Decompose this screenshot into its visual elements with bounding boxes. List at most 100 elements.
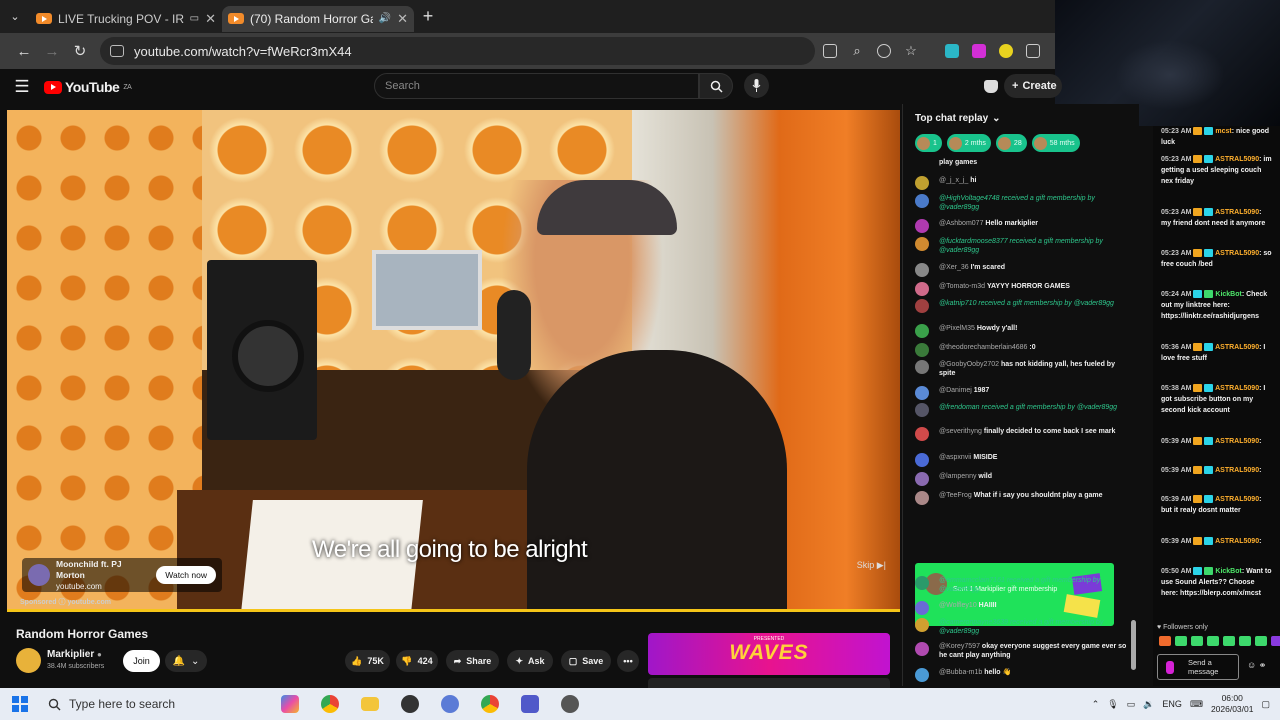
avatar[interactable] xyxy=(915,491,929,505)
taskbar-search-input[interactable]: Type here to search xyxy=(40,688,270,720)
browser-tab-active[interactable]: (70) Random Horror Games 🔊 ✕ xyxy=(222,5,414,32)
avatar[interactable] xyxy=(915,219,929,233)
chat-message[interactable]: play games xyxy=(915,158,1127,167)
mic-icon[interactable]: 🎙 xyxy=(1107,699,1118,710)
chat-message[interactable]: @aspxnvii MISIDE xyxy=(915,453,1127,467)
avatar[interactable] xyxy=(915,324,929,338)
chat-author[interactable]: @lampenny xyxy=(939,473,976,480)
zoom-icon[interactable]: ⌕ xyxy=(850,43,864,59)
tab-search-chevron-icon[interactable]: ⌄ xyxy=(0,0,30,33)
video-player[interactable]: We're all going to be alright Moonchild … xyxy=(7,110,900,612)
extensions-puzzle-icon[interactable] xyxy=(1026,44,1040,58)
chat-mode-dropdown[interactable]: Top chat replay ⌄ xyxy=(903,104,1139,132)
save-button[interactable]: ▢ Save xyxy=(561,650,611,672)
chat-author[interactable]: @fucktardmoose8377 xyxy=(939,238,1008,245)
chat-message[interactable]: @TeeFrog What if i say you shouldnt play… xyxy=(915,491,1127,505)
avatar[interactable] xyxy=(915,386,929,400)
site-info-icon[interactable] xyxy=(110,45,124,57)
kick-username[interactable]: mcst xyxy=(1215,128,1231,135)
avatar[interactable] xyxy=(915,472,929,486)
chat-message[interactable]: @severithyng finally decided to come bac… xyxy=(915,427,1127,441)
emote-icon[interactable] xyxy=(1239,636,1251,646)
avatar[interactable] xyxy=(915,176,929,190)
channel-name[interactable]: Markiplier ● xyxy=(47,649,102,660)
emote-icon[interactable] xyxy=(1191,636,1203,646)
menu-hamburger-icon[interactable]: ☰ xyxy=(0,77,44,97)
avatar[interactable] xyxy=(915,282,929,296)
kick-username[interactable]: ASTRAL5090 xyxy=(1215,156,1259,163)
bookmark-star-icon[interactable]: ☆ xyxy=(904,43,918,59)
close-tab-icon[interactable]: ✕ xyxy=(205,11,216,27)
more-actions-button[interactable]: ••• xyxy=(617,650,639,672)
kick-username[interactable]: ASTRAL5090 xyxy=(1215,496,1259,503)
like-button[interactable]: 👍 75K xyxy=(345,650,390,672)
file-explorer-icon[interactable] xyxy=(350,688,390,720)
chat-message[interactable]: @PixelM35 Howdy y'all! xyxy=(915,324,1127,338)
chat-message[interactable]: @Korey7597 okay everyone suggest every g… xyxy=(915,642,1127,660)
avatar[interactable] xyxy=(915,576,929,590)
extension-twitch-icon[interactable] xyxy=(972,44,986,58)
kick-username[interactable]: ASTRAL5090 xyxy=(1215,467,1259,474)
chat-gift-message[interactable]: @katnip710 received a gift membership by… xyxy=(915,299,1127,313)
kick-username[interactable]: ASTRAL5090 xyxy=(1215,438,1259,445)
reload-icon[interactable]: ↻ xyxy=(66,42,94,60)
avatar[interactable] xyxy=(915,237,929,251)
kick-username[interactable]: ASTRAL5090 xyxy=(1215,209,1259,216)
chat-author[interactable]: @Tomato-m3d xyxy=(939,283,985,290)
extension-7tv-icon[interactable] xyxy=(945,44,959,58)
kick-username[interactable]: ASTRAL5090 xyxy=(1215,385,1259,392)
chat-ticker-chip[interactable]: 28 xyxy=(995,134,1027,152)
voice-search-button[interactable] xyxy=(744,73,769,98)
chat-author[interactable]: @_j_x_j_ xyxy=(939,177,968,184)
chat-gift-message[interactable]: @emmamcclain7161 received a gift members… xyxy=(915,576,1127,594)
dislike-button[interactable]: 👎 424 xyxy=(396,650,438,672)
tracking-eye-icon[interactable] xyxy=(877,44,891,58)
kick-username[interactable]: ASTRAL5090 xyxy=(1215,250,1259,257)
scrollbar-thumb[interactable] xyxy=(1131,620,1136,670)
skip-ad-button[interactable]: Skip ▶| xyxy=(857,560,886,571)
chat-gift-message[interactable]: @cameronpayne3639 received a gift member… xyxy=(915,618,1127,636)
chat-message[interactable]: @theodorechamberlain4686 :0 xyxy=(915,343,1127,357)
chat-message[interactable]: @Xer_36 I'm scared xyxy=(915,263,1127,277)
emote-icon[interactable] xyxy=(1255,636,1267,646)
ask-button[interactable]: ✦ Ask xyxy=(507,650,553,672)
url-input[interactable]: youtube.com/watch?v=fWeRcr3mX44 xyxy=(100,37,815,65)
ad-watch-now-button[interactable]: Watch now xyxy=(156,566,216,584)
chat-ticker-chip[interactable]: 2 mths xyxy=(946,134,991,152)
emote-icon[interactable] xyxy=(1159,636,1171,646)
obs-icon[interactable] xyxy=(390,688,430,720)
chat-ticker-chip[interactable]: 1 xyxy=(915,134,942,152)
chat-gift-message[interactable]: @HighVoltage4748 received a gift members… xyxy=(915,194,1127,212)
chat-scrollbar[interactable] xyxy=(1131,160,1136,670)
chrome-active-icon[interactable] xyxy=(470,688,510,720)
keyboard-icon[interactable]: ⌨ xyxy=(1190,699,1203,710)
copilot-icon[interactable] xyxy=(270,688,310,720)
emote-icon[interactable] xyxy=(1175,636,1187,646)
clock[interactable]: 06:00 2026/03/01 xyxy=(1211,693,1254,715)
avatar[interactable] xyxy=(915,299,929,313)
language-indicator[interactable]: ENG xyxy=(1162,699,1182,709)
chat-author[interactable]: @TeeFrog xyxy=(939,492,972,499)
notifications-icon[interactable]: ▢ xyxy=(1261,699,1270,710)
avatar[interactable] xyxy=(915,343,929,357)
chat-author[interactable]: @katnip710 xyxy=(939,300,976,307)
promo-banner[interactable]: PRESENTED WAVES xyxy=(648,633,890,675)
browser-tab[interactable]: LIVE Trucking POV - IRL | Hu ▭ ✕ xyxy=(30,6,222,32)
avatar[interactable] xyxy=(915,403,929,417)
extension-yellow-icon[interactable] xyxy=(999,44,1013,58)
avatar[interactable] xyxy=(915,618,929,632)
chat-author[interactable]: @severithyng xyxy=(939,428,982,435)
search-input[interactable]: Search xyxy=(374,73,699,99)
emote-icon[interactable] xyxy=(1223,636,1235,646)
network-icon[interactable]: ▭ xyxy=(1127,699,1136,710)
chat-message[interactable]: @Bubba-m1b hello 👋 xyxy=(915,668,1127,682)
chat-author[interactable]: @theodorechamberlain4686 xyxy=(939,344,1027,351)
gift-membership-card[interactable]: Sent 1 Markiplier gift membership xyxy=(915,563,1114,626)
chat-author[interactable]: @Bubba-m1b xyxy=(939,669,982,676)
chat-author[interactable]: @aspxnvii xyxy=(939,454,971,461)
kick-username[interactable]: KickBot xyxy=(1215,291,1241,298)
snipping-tool-icon[interactable] xyxy=(430,688,470,720)
emote-icon[interactable] xyxy=(1207,636,1219,646)
channel-avatar[interactable] xyxy=(16,648,41,673)
forward-icon[interactable]: → xyxy=(38,43,66,60)
